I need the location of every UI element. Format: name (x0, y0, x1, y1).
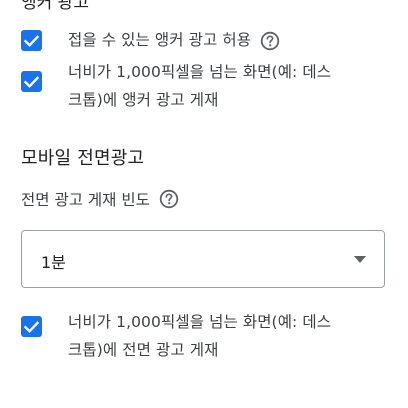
anchor-ads-heading: 앵커 광고 (21, 0, 89, 13)
checkmark-icon (24, 34, 39, 47)
desktop-interstitial-label-line2: 크톱)에 전면 광고 게재 (68, 341, 219, 359)
dropdown-arrow-icon (354, 256, 366, 263)
desktop-interstitial-row: 너비가 1,000픽셀을 넘는 화면(예: 데스 크톱)에 전면 광고 게재 (21, 313, 331, 363)
help-circle-icon[interactable] (260, 31, 280, 51)
frequency-select-value: 1분 (41, 253, 66, 272)
collapsible-anchor-label: 접을 수 있는 앵커 광고 허용 (68, 31, 252, 49)
desktop-interstitial-label-line1: 너비가 1,000픽셀을 넘는 화면(예: 데스 (68, 313, 332, 331)
frequency-label: 전면 광고 게재 빈도 (21, 191, 150, 209)
collapsible-anchor-checkbox[interactable] (21, 30, 42, 51)
frequency-label-row: 전면 광고 게재 빈도 (21, 188, 179, 210)
desktop-anchor-label-line2: 크톱)에 앵커 광고 게재 (68, 91, 219, 109)
section-title-mobile-interstitial: 모바일 전면광고 (21, 148, 145, 169)
desktop-anchor-checkbox[interactable] (21, 71, 42, 92)
desktop-interstitial-checkbox[interactable] (21, 316, 42, 337)
frequency-select[interactable]: 1분 (21, 230, 385, 288)
checkmark-icon (24, 320, 39, 333)
checkmark-icon (24, 75, 39, 88)
collapsible-anchor-row: 접을 수 있는 앵커 광고 허용 (21, 30, 280, 53)
desktop-anchor-label-line1: 너비가 1,000픽셀을 넘는 화면(예: 데스 (68, 63, 332, 81)
help-circle-icon[interactable] (159, 189, 179, 209)
desktop-anchor-row: 너비가 1,000픽셀을 넘는 화면(예: 데스 크톱)에 앵커 광고 게재 (21, 63, 331, 113)
